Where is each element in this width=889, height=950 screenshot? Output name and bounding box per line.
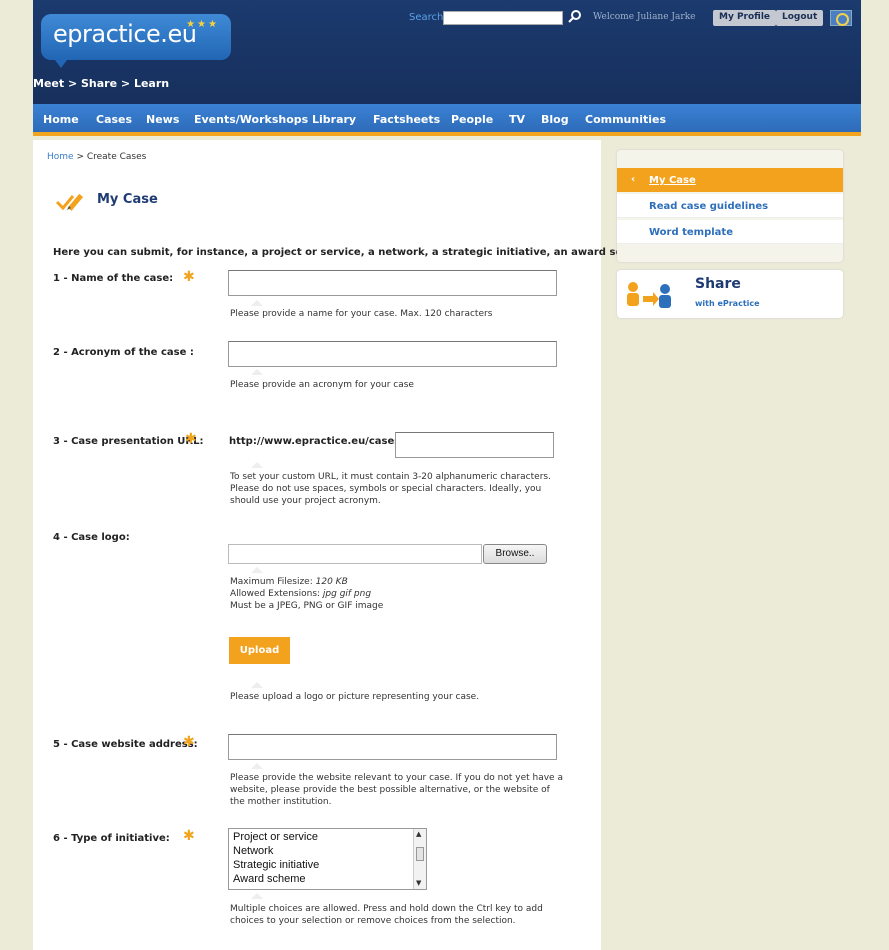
sidebar-item-guidelines[interactable]: Read case guidelines xyxy=(617,194,843,218)
extensions-label: Allowed Extensions: xyxy=(230,589,323,599)
nav-tv[interactable]: TV xyxy=(509,113,525,126)
nav-blog[interactable]: Blog xyxy=(541,113,569,126)
max-filesize: Maximum Filesize: 120 KB xyxy=(230,576,383,588)
site-logo[interactable]: epractice.eu ★★★ xyxy=(41,14,231,68)
required-asterisk: ✱ xyxy=(185,431,197,447)
nav-communities[interactable]: Communities xyxy=(585,113,666,126)
share-title: Share xyxy=(695,276,741,292)
checkmark-pencil-icon xyxy=(55,190,91,212)
logo-label: 4 - Case logo: xyxy=(53,532,130,543)
search-label: Search xyxy=(409,12,444,23)
allowed-extensions: Allowed Extensions: jpg gif png xyxy=(230,588,383,600)
language-globe-icon[interactable] xyxy=(830,10,852,26)
case-url-input[interactable] xyxy=(395,432,554,458)
nav-factsheets[interactable]: Factsheets xyxy=(373,113,440,126)
url-help-line1: To set your custom URL, it must contain … xyxy=(230,472,551,482)
website-help-line1: Please provide the website relevant to y… xyxy=(230,773,563,783)
type-help-line2: choices to your selection or remove choi… xyxy=(230,916,516,926)
nav-home[interactable]: Home xyxy=(43,113,79,126)
case-sidebar-menu: ‹ My Case Read case guidelines Word temp… xyxy=(617,150,843,262)
nav-news[interactable]: News xyxy=(146,113,179,126)
option-network[interactable]: Network xyxy=(233,845,273,857)
required-asterisk: ✱ xyxy=(183,828,195,844)
share-box[interactable]: Share with ePractice xyxy=(617,270,843,318)
page-title: My Case xyxy=(97,192,158,207)
logo-speech-tail xyxy=(55,60,67,68)
help-notch xyxy=(251,763,263,769)
eu-stars-icon: ★★★ xyxy=(186,19,219,30)
logo-constraints: Maximum Filesize: 120 KB Allowed Extensi… xyxy=(230,576,383,612)
browse-button[interactable]: Browse.. xyxy=(483,544,547,564)
case-name-input[interactable] xyxy=(228,270,557,296)
initiative-type-listbox[interactable]: Project or service Network Strategic ini… xyxy=(228,828,427,890)
website-label: 5 - Case website address: xyxy=(53,739,198,750)
option-project[interactable]: Project or service xyxy=(233,831,318,843)
share-subtitle: with ePractice xyxy=(695,299,760,308)
intro-text: Here you can submit, for instance, a pro… xyxy=(53,247,657,258)
help-notch xyxy=(251,682,263,688)
option-strategic[interactable]: Strategic initiative xyxy=(233,859,319,871)
my-profile-button[interactable]: My Profile xyxy=(713,10,777,26)
type-help-line1: Multiple choices are allowed. Press and … xyxy=(230,904,543,914)
scroll-down-icon[interactable]: ▼ xyxy=(416,879,421,887)
nav-library[interactable]: Library xyxy=(312,113,356,126)
required-asterisk: ✱ xyxy=(183,734,195,750)
acronym-help: Please provide an acronym for your case xyxy=(230,380,414,390)
website-help-line2: website, please provide the best possibl… xyxy=(230,785,550,795)
url-help-line3: should use your project acronym. xyxy=(230,496,381,506)
site-tagline: Meet > Share > Learn xyxy=(33,77,170,90)
help-notch xyxy=(251,893,263,899)
breadcrumb-current: Create Cases xyxy=(86,152,147,162)
breadcrumb-home[interactable]: Home xyxy=(47,152,74,162)
name-help: Please provide a name for your case. Max… xyxy=(230,309,493,319)
nav-people[interactable]: People xyxy=(451,113,493,126)
sidebar-item-word-template[interactable]: Word template xyxy=(617,220,843,244)
help-notch xyxy=(251,369,263,375)
nav-events[interactable]: Events/Workshops xyxy=(194,113,308,126)
help-notch xyxy=(251,462,263,468)
max-filesize-label: Maximum Filesize: xyxy=(230,577,316,587)
main-nav: Home Cases News Events/Workshops Library… xyxy=(33,104,861,136)
breadcrumb-separator: > xyxy=(73,152,87,162)
listbox-scrollbar[interactable]: ▲ ▼ xyxy=(413,829,426,889)
website-help-line3: the mother institution. xyxy=(230,797,332,807)
acronym-label: 2 - Acronym of the case : xyxy=(53,347,194,358)
url-help: To set your custom URL, it must contain … xyxy=(230,471,551,507)
website-help: Please provide the website relevant to y… xyxy=(230,772,563,808)
name-label: 1 - Name of the case: xyxy=(53,273,174,284)
url-label: 3 - Case presentation URL: xyxy=(53,436,204,447)
nav-cases[interactable]: Cases xyxy=(96,113,132,126)
logo-text: epractice.eu xyxy=(53,20,197,48)
url-prefix: http://www.epractice.eu/cases/ xyxy=(229,436,404,447)
url-help-line2: Please do not use spaces, symbols or spe… xyxy=(230,484,542,494)
chevron-left-icon: ‹ xyxy=(631,174,636,185)
scroll-thumb[interactable] xyxy=(416,847,424,861)
site-header: epractice.eu ★★★ Meet > Share > Learn Se… xyxy=(33,0,861,104)
help-notch xyxy=(251,300,263,306)
logout-button[interactable]: Logout xyxy=(776,10,824,26)
required-asterisk: ✱ xyxy=(183,269,195,285)
help-notch xyxy=(251,567,263,573)
upload-button[interactable]: Upload xyxy=(229,637,290,664)
logo-help: Please upload a logo or picture represen… xyxy=(230,692,480,702)
extensions-value: jpg gif png xyxy=(322,589,372,599)
format-note: Must be a JPEG, PNG or GIF image xyxy=(230,601,384,611)
acronym-input[interactable] xyxy=(228,341,557,367)
max-filesize-value: 120 KB xyxy=(315,577,348,587)
type-help: Multiple choices are allowed. Press and … xyxy=(230,903,543,927)
sidebar-item-label: My Case xyxy=(649,175,696,186)
type-label: 6 - Type of initiative: xyxy=(53,833,170,844)
main-content: Home > Create Cases My Case Here you can… xyxy=(33,140,656,950)
search-icon[interactable] xyxy=(567,9,583,25)
welcome-text: Welcome Juliane Jarke xyxy=(593,12,696,22)
scroll-up-icon[interactable]: ▲ xyxy=(416,830,421,838)
search-input[interactable] xyxy=(443,11,563,25)
breadcrumb: Home > Create Cases xyxy=(47,152,146,162)
sidebar-item-my-case[interactable]: ‹ My Case xyxy=(617,168,843,192)
share-people-icon xyxy=(625,280,673,308)
file-path-field[interactable] xyxy=(228,544,482,564)
website-input[interactable] xyxy=(228,734,557,760)
option-award[interactable]: Award scheme xyxy=(233,873,306,885)
